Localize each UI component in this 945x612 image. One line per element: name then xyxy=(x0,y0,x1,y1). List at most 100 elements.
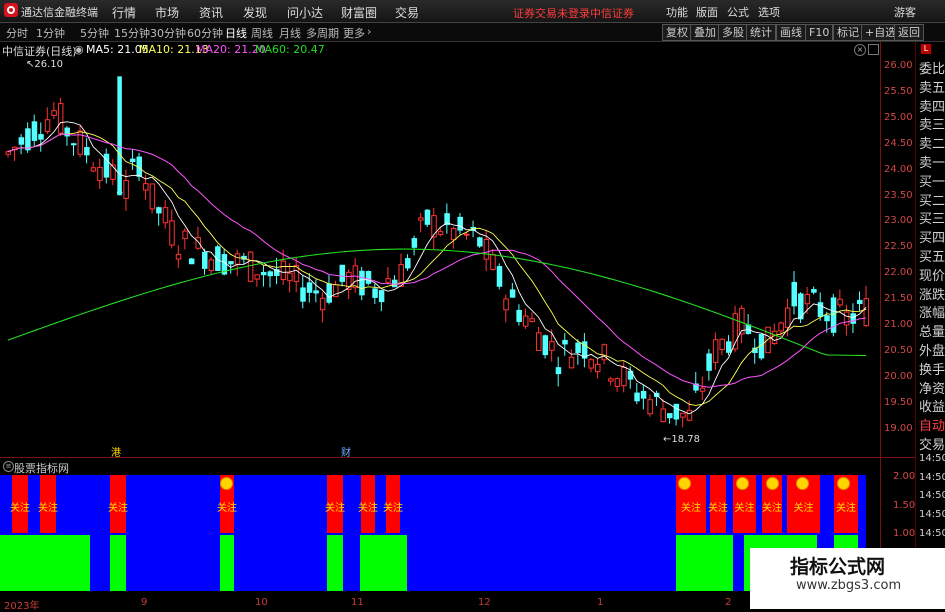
candle-body xyxy=(418,217,424,221)
candle-body xyxy=(509,289,516,298)
candle-body xyxy=(254,274,260,280)
quote-label: 买一 xyxy=(919,174,945,190)
focus-label: 关注 xyxy=(836,503,856,514)
date-12: 12 xyxy=(478,597,491,608)
period-daily[interactable]: 日线 xyxy=(225,25,247,41)
candle-body xyxy=(555,367,562,375)
indicator-settings-icon[interactable]: ≡ xyxy=(3,461,14,472)
chevron-right-icon[interactable]: › xyxy=(367,25,371,38)
candle-body xyxy=(640,391,647,399)
multi-stock-button[interactable]: 多股 xyxy=(718,24,748,41)
price-tick: 20.50 xyxy=(884,344,913,356)
menu-options[interactable]: 选项 xyxy=(758,4,780,20)
quote-label: 自动 xyxy=(919,419,945,435)
menu-formula[interactable]: 公式 xyxy=(727,4,749,20)
candlestick-chart[interactable] xyxy=(0,55,880,455)
menu-layout[interactable]: 版面 xyxy=(696,4,718,20)
focus-label: 关注 xyxy=(762,503,782,514)
candle-body xyxy=(680,412,686,418)
candle-body xyxy=(378,290,385,303)
menu-market[interactable]: 市场 xyxy=(155,4,179,21)
mark-button[interactable]: 标记 xyxy=(833,24,863,41)
axis-divider xyxy=(880,42,881,609)
candle-body xyxy=(260,271,267,276)
menu-wealth[interactable]: 财富圈 xyxy=(341,4,377,21)
app-logo-icon xyxy=(4,3,18,17)
menu-ask[interactable]: 问小达 xyxy=(287,4,323,21)
menu-discover[interactable]: 发现 xyxy=(243,4,267,21)
period-monthly[interactable]: 月线 xyxy=(279,25,301,41)
price-tick: 22.50 xyxy=(884,241,913,253)
f10-button[interactable]: F10 xyxy=(805,24,834,41)
login-status[interactable]: 证券交易未登录 xyxy=(513,5,590,21)
quote-label: 卖一 xyxy=(919,156,945,171)
candle-body xyxy=(516,309,522,322)
guest-label[interactable]: 游客 xyxy=(894,4,916,20)
quote-label: 14:50 xyxy=(919,452,945,464)
focus-label: 关注 xyxy=(108,503,128,514)
period-more[interactable]: 更多 xyxy=(343,25,365,41)
candle-body xyxy=(326,283,332,303)
low-price-label: ←18.78 xyxy=(663,434,701,445)
price-tick: 19.00 xyxy=(884,422,913,434)
period-60min[interactable]: 60分钟 xyxy=(187,25,223,41)
period-5min[interactable]: 5分钟 xyxy=(80,25,109,41)
menu-function[interactable]: 功能 xyxy=(666,4,688,20)
stats-button[interactable]: 统计 xyxy=(746,24,776,41)
period-30min[interactable]: 30分钟 xyxy=(150,25,186,41)
watermark-title: 指标公式网 xyxy=(790,556,886,578)
back-button[interactable]: 返回 xyxy=(894,24,924,41)
focus-label: 关注 xyxy=(383,503,403,514)
focus-label: 关注 xyxy=(38,503,58,514)
candle-body xyxy=(117,76,122,196)
quote-label: 涨跌 xyxy=(919,287,945,303)
candle-body xyxy=(437,231,444,235)
focus-label: 关注 xyxy=(325,503,345,514)
smiley-icon xyxy=(221,478,232,489)
candle-body xyxy=(660,408,666,423)
maximize-icon[interactable] xyxy=(868,44,879,55)
menu-trade[interactable]: 交易 xyxy=(395,4,419,21)
price-tick: 25.50 xyxy=(884,85,913,97)
candle-body xyxy=(300,287,306,302)
smiley-icon xyxy=(797,478,808,489)
candle-body xyxy=(143,183,149,191)
candle-body xyxy=(228,261,234,265)
quote-label: 买五 xyxy=(919,250,945,265)
price-tick: 25.00 xyxy=(884,111,913,123)
candle-body xyxy=(267,271,273,277)
focus-label: 关注 xyxy=(217,503,237,514)
indicator-green-block xyxy=(220,535,234,591)
candle-body xyxy=(208,259,215,272)
price-tick: 19.50 xyxy=(884,396,913,408)
level-badge[interactable]: L xyxy=(921,44,931,54)
ind-tick-1: 1.00 xyxy=(893,528,916,539)
quote-label: 收益 xyxy=(919,400,945,416)
menu-quotes[interactable]: 行情 xyxy=(112,4,136,21)
indicator-chart[interactable] xyxy=(0,473,880,595)
candle-body xyxy=(542,335,549,356)
menu-news[interactable]: 资讯 xyxy=(199,4,223,21)
quote-label: 买四 xyxy=(919,231,945,247)
candle-body xyxy=(647,399,653,415)
candle-body xyxy=(464,233,470,236)
candle-body xyxy=(38,134,44,140)
draw-line-button[interactable]: 画线 xyxy=(776,24,806,41)
period-weekly[interactable]: 周线 xyxy=(251,25,273,41)
candle-body xyxy=(391,279,398,288)
period-1min[interactable]: 1分钟 xyxy=(36,25,65,41)
period-15min[interactable]: 15分钟 xyxy=(114,25,150,41)
candle-body xyxy=(719,338,725,351)
smiley-icon xyxy=(838,478,849,489)
candle-body xyxy=(169,220,175,246)
candle-body xyxy=(175,253,182,260)
price-tick: 26.00 xyxy=(884,60,913,71)
adjust-button[interactable]: 复权 xyxy=(662,24,692,41)
candle-body xyxy=(706,353,712,371)
pane-separator[interactable] xyxy=(0,457,915,458)
overlay-button[interactable]: 叠加 xyxy=(690,24,720,41)
period-multi[interactable]: 多周期 xyxy=(306,25,339,41)
period-intraday[interactable]: 分时 xyxy=(6,25,28,41)
candle-body xyxy=(149,183,156,210)
quote-label: 14:50 xyxy=(919,490,945,502)
